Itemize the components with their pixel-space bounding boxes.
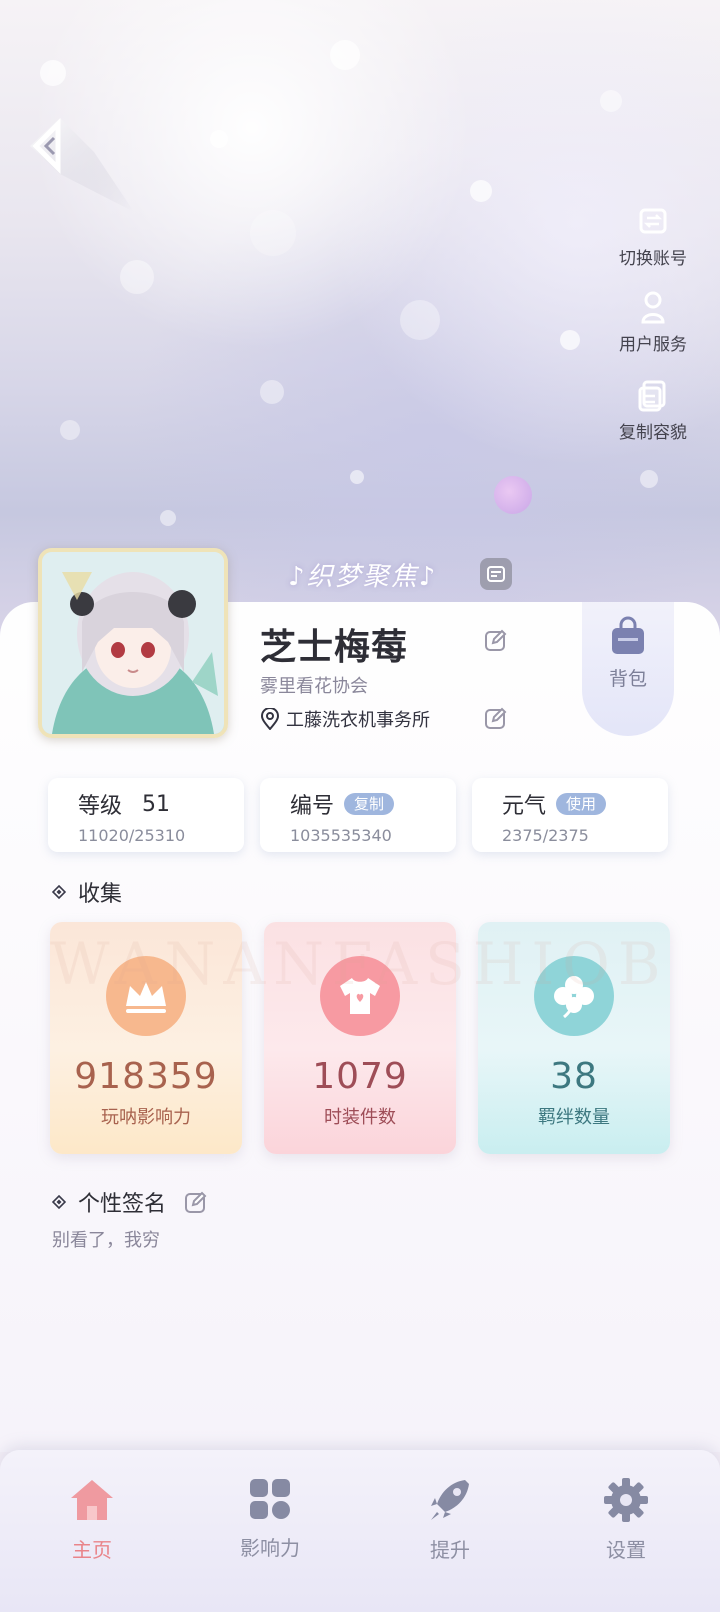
edit-icon [485,707,507,729]
location-pin-icon [260,708,280,730]
decorative-orb [494,476,532,514]
edit-icon [485,629,507,651]
nav-settings[interactable]: 设置 [566,1476,686,1563]
badge-icon [487,566,505,582]
back-arrow-icon [30,117,134,212]
signature-title-text: 个性签名 [78,1192,167,1217]
fashion-count-card[interactable]: 1079 时装件数 [264,922,456,1154]
clover-icon-wrap [534,956,614,1036]
signature-text: 别看了，我穷 [52,1230,160,1251]
use-energy-button[interactable]: 使用 [556,793,607,815]
influence-value: 918359 [74,1056,218,1097]
signature-title: 个性签名 [52,1186,208,1218]
tshirt-icon-wrap [320,956,400,1036]
nav-upgrade[interactable]: 提升 [390,1476,510,1563]
level-stat: 等级 51 11020/25310 [48,778,244,852]
id-stat: 编号 复制 1035535340 [260,778,456,852]
influence-card[interactable]: 918359 玩呐影响力 [50,922,242,1154]
copy-id-button[interactable]: 复制 [344,793,395,815]
influence-label: 玩呐影响力 [101,1107,191,1128]
collection-title: 收集 [52,876,122,908]
guild-name: 雾里看花协会 [260,676,368,697]
diamond-icon [52,1195,66,1209]
level-value: 51 [142,791,171,817]
user-service-label: 用户服务 [619,335,687,355]
id-label: 编号 [290,794,335,819]
edit-signature-button[interactable] [184,1190,208,1214]
nav-settings-label: 设置 [606,1538,646,1562]
switch-account-button[interactable]: 切换账号 [608,204,698,269]
grid-icon [250,1479,290,1519]
bond-count-label: 羁绊数量 [538,1107,610,1128]
id-number: 1035535340 [290,826,392,845]
collection-title-text: 收集 [78,882,123,907]
location: 工藤洗衣机事务所 [260,706,430,732]
level-label: 等级 [78,794,123,819]
bond-count-card[interactable]: 38 羁绊数量 [478,922,670,1154]
edit-name-button[interactable] [484,628,508,652]
rocket-icon [431,1480,469,1520]
player-name: 芝士梅莓 [260,627,409,668]
copy-appearance-button[interactable]: 复制容貌 [608,378,698,443]
user-service-button[interactable]: 用户服务 [608,290,698,355]
user-service-icon [641,291,665,324]
fashion-count-label: 时装件数 [324,1107,396,1128]
energy-stat: 元气 使用 2375/2375 [472,778,668,852]
tshirt-icon [340,978,380,1014]
fashion-count-value: 1079 [312,1056,408,1097]
badge-button[interactable] [480,558,512,590]
edit-location-button[interactable] [484,706,508,730]
clover-icon [554,976,594,1019]
copy-appearance-label: 复制容貌 [619,423,687,443]
edit-icon [185,1191,207,1213]
bag-icon [612,616,644,654]
bond-count-value: 38 [550,1056,598,1097]
bag-button[interactable]: 背包 [582,602,674,736]
nav-influence-label: 影响力 [240,1536,300,1560]
nav-influence[interactable]: 影响力 [210,1476,330,1561]
energy-label: 元气 [502,794,547,819]
bottom-nav: 主页 影响力 提升 设置 [0,1450,720,1612]
nav-home-label: 主页 [72,1538,112,1562]
nav-home[interactable]: 主页 [32,1476,152,1563]
crown-icon [126,982,166,1013]
crown-icon-wrap [106,956,186,1036]
energy-value: 2375/2375 [502,826,589,845]
back-button[interactable] [24,112,144,222]
copy-appearance-icon [638,380,666,412]
switch-account-label: 切换账号 [619,249,687,269]
home-icon [71,1480,113,1520]
gear-icon [604,1478,648,1522]
brand-logo: ♪织梦聚焦♪ [288,562,438,592]
nav-upgrade-label: 提升 [430,1538,470,1562]
level-exp: 11020/25310 [78,826,186,845]
location-label: 工藤洗衣机事务所 [286,710,430,731]
switch-account-icon [639,208,667,234]
avatar[interactable] [38,548,228,738]
bag-label: 背包 [608,668,647,690]
avatar-illustration [42,552,224,734]
diamond-icon [52,885,66,899]
